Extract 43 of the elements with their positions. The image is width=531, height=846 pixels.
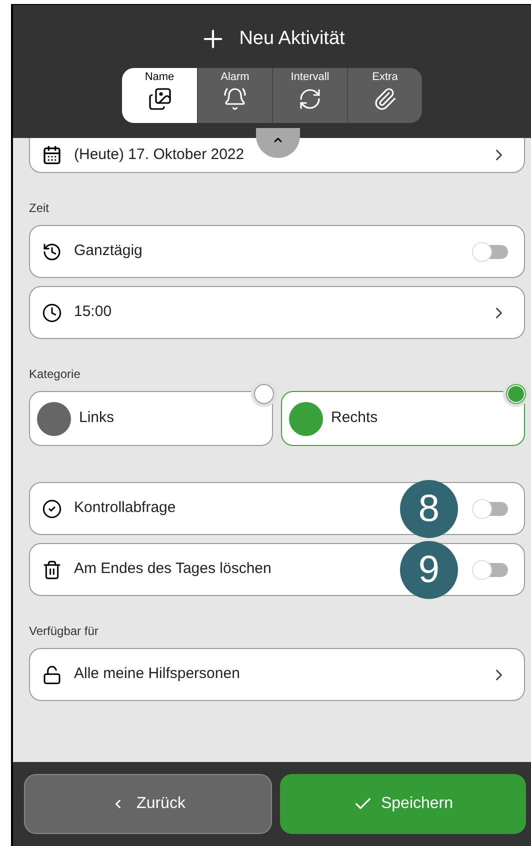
setting-row[interactable]: Kontrollabfrage 8 bbox=[29, 482, 525, 535]
tab[interactable]: Alarm bbox=[197, 68, 272, 122]
tab[interactable]: Name bbox=[122, 68, 197, 122]
setting-row[interactable]: 15:00 bbox=[29, 286, 525, 339]
category-label: Links bbox=[79, 408, 114, 428]
row-label: 15:00 bbox=[74, 302, 112, 322]
trash-icon bbox=[42, 560, 62, 580]
calendar-icon bbox=[42, 145, 62, 165]
number-badge: 8 bbox=[400, 480, 458, 538]
tab[interactable]: Extra bbox=[347, 68, 422, 122]
pictures-icon bbox=[148, 87, 172, 112]
section-label: Zeit bbox=[29, 200, 50, 217]
row-label: Alle meine Hilfspersonen bbox=[74, 664, 240, 684]
category-option[interactable]: Rechts bbox=[281, 391, 525, 446]
clock-icon bbox=[42, 302, 62, 322]
unlocked-padlock-icon bbox=[42, 664, 62, 684]
setting-row[interactable]: Alle meine Hilfspersonen bbox=[29, 648, 525, 701]
toggle-switch[interactable] bbox=[472, 560, 508, 580]
radio-button[interactable] bbox=[251, 381, 277, 407]
refresh-icon bbox=[298, 87, 322, 112]
bell-icon bbox=[223, 87, 247, 112]
row-label: Ganztägig bbox=[74, 241, 142, 262]
check-circle-icon bbox=[42, 498, 62, 518]
setting-row[interactable]: Am Endes des Tages löschen 9 bbox=[29, 543, 525, 596]
back-button[interactable]: Zurück bbox=[24, 774, 272, 834]
date-label: (Heute) 17. Oktober 2022 bbox=[74, 144, 246, 165]
row-label: Am Endes des Tages löschen bbox=[74, 559, 272, 580]
toggle-switch[interactable] bbox=[472, 242, 508, 262]
tab[interactable]: Intervall bbox=[272, 68, 347, 122]
radio-button[interactable] bbox=[503, 381, 529, 407]
section-label: Verfügbar für bbox=[29, 623, 100, 640]
setting-row[interactable]: Ganztägig bbox=[29, 225, 525, 278]
number-badge: 9 bbox=[400, 540, 458, 598]
window-title: Neu Aktivität bbox=[239, 27, 345, 51]
date-row[interactable]: (Heute) 17. Oktober 2022 bbox=[29, 138, 525, 173]
section-label: Kategorie bbox=[29, 366, 82, 383]
row-label: Kontrollabfrage bbox=[74, 498, 176, 518]
history-icon bbox=[42, 242, 62, 262]
paperclip-icon bbox=[373, 87, 397, 112]
save-button[interactable]: Speichern bbox=[280, 774, 526, 834]
toggle-switch[interactable] bbox=[472, 498, 508, 518]
category-option[interactable]: Links bbox=[29, 391, 273, 446]
category-label: Rechts bbox=[331, 408, 378, 428]
